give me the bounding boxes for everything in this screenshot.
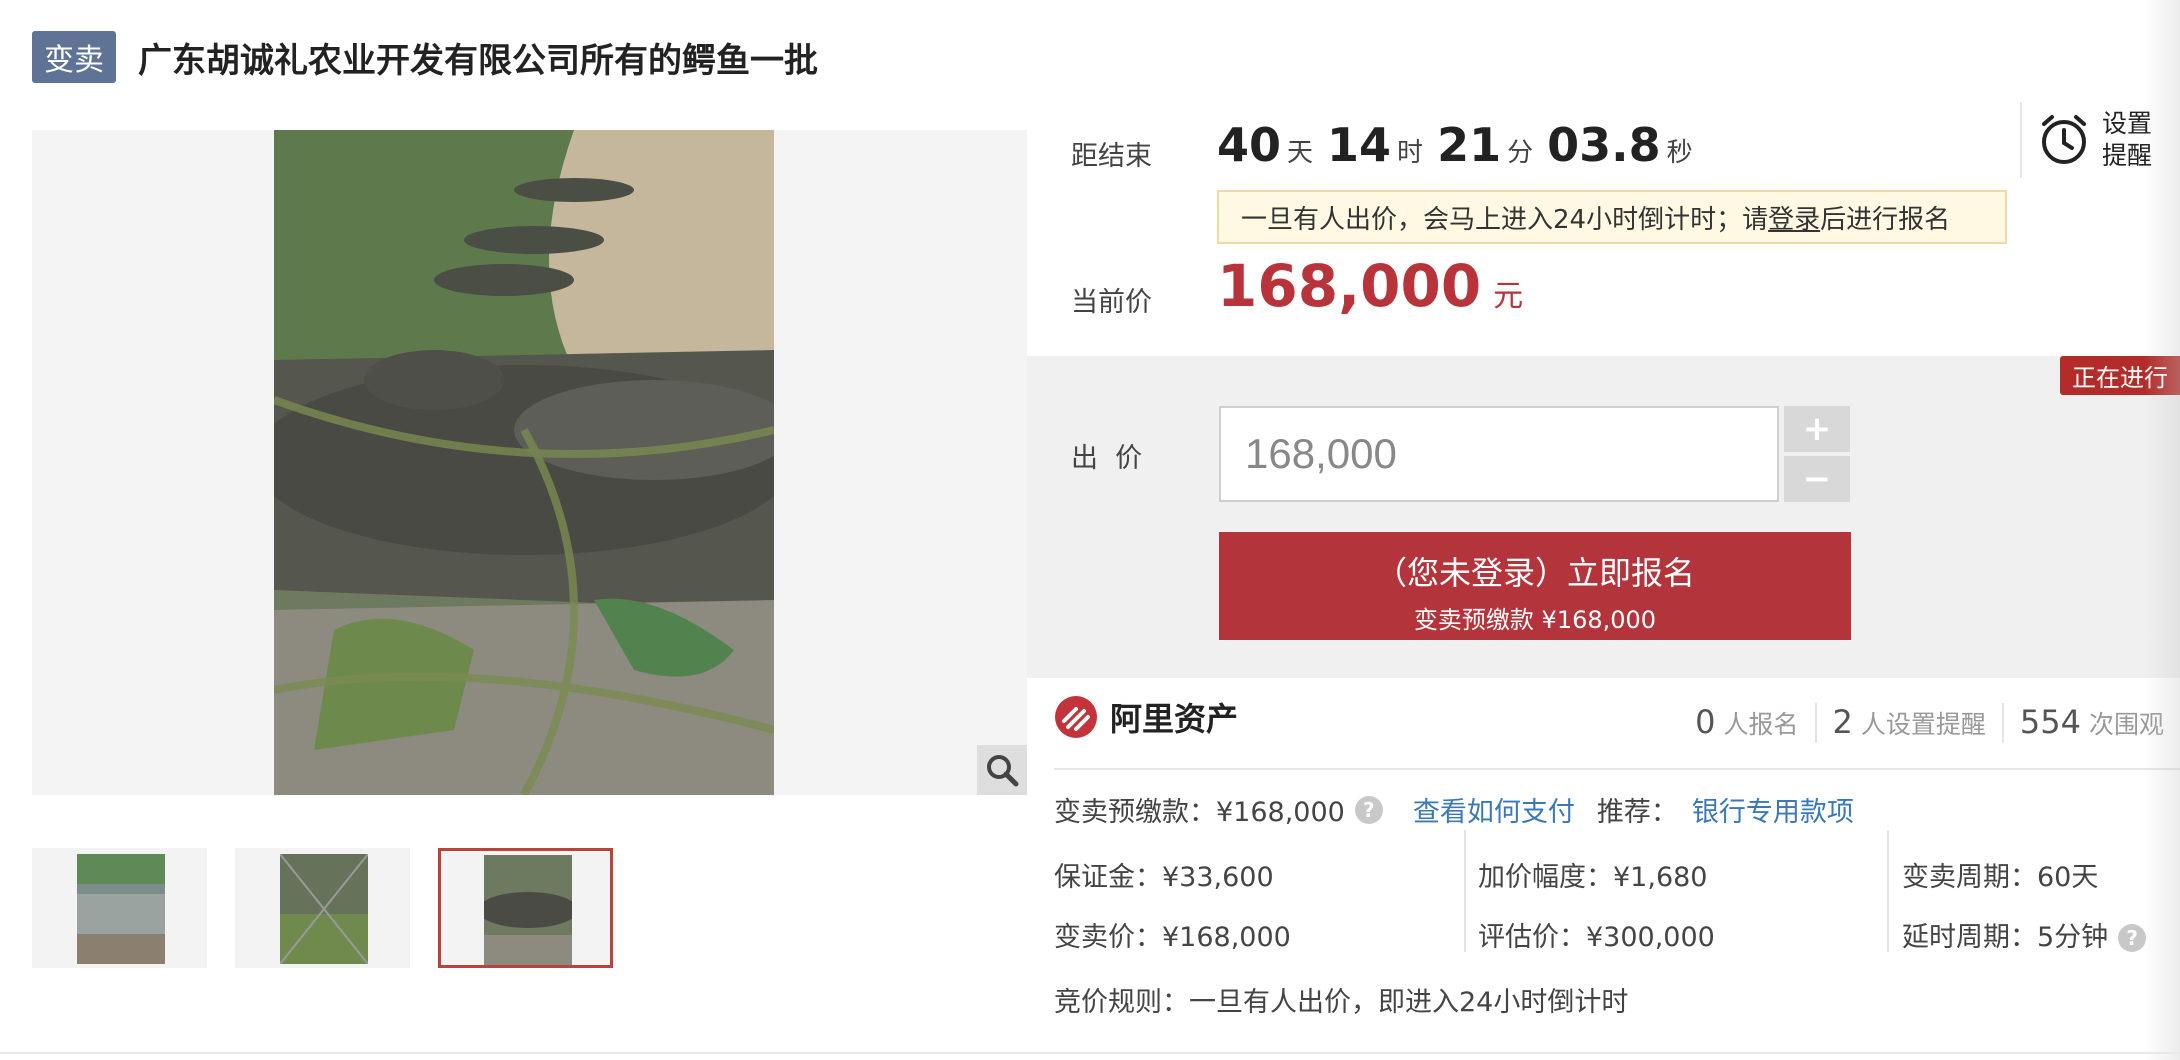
thumbnail-2[interactable] [235,848,410,968]
countdown-timer: 40 天 14 时 21 分 03.8 秒 [1217,118,1707,172]
countdown-section: 距结束 40 天 14 时 21 分 03.8 秒 设置提醒 一旦有人出价，会马… [1027,90,2180,356]
column-divider [1887,830,1889,952]
recommend-label: 推荐： [1596,797,1678,828]
crocodile-photo [274,130,774,795]
signup-button[interactable]: （您未登录）立即报名 变卖预缴款 ¥168,000 [1219,532,1851,640]
bidding-rule: 竞价规则：一旦有人出价，即进入24小时倒计时 [1054,987,1629,1018]
stat-views: 554 次围观 [2001,703,2180,743]
bank-account-link[interactable]: 银行专用款项 [1692,790,1854,829]
extension-period: 延时周期：5分钟 [1902,922,2109,953]
stat-number: 554 [2019,703,2081,741]
guarantee-deposit: 保证金：¥33,600 [1054,862,1274,893]
details-col-1: 保证金：¥33,600 变卖价：¥168,000 [1054,848,1291,970]
set-reminder-label: 设置提醒 [2102,109,2153,170]
page-title: 广东胡诚礼农业开发有限公司所有的鳄鱼一批 [138,40,818,81]
notice-suffix: 后进行报名 [1820,204,1951,235]
countdown-minutes: 21 [1437,118,1502,172]
minutes-unit: 分 [1507,138,1534,168]
bid-increment: 加价幅度：¥1,680 [1478,862,1708,893]
details-col-3: 变卖周期：60天 延时周期：5分钟 ? [1902,848,2147,970]
thumbnail-strip [32,848,641,968]
stat-label: 人设置提醒 [1860,710,1986,739]
stat-reminders: 2 人设置提醒 [1814,703,2002,743]
sale-period: 变卖周期：60天 [1902,862,2099,893]
sale-price: 变卖价：¥168,000 [1054,922,1291,953]
deposit-row: 变卖预缴款：¥168,000 ? 查看如何支付 推荐： 银行专用款项 [1054,790,1854,829]
set-reminder-button[interactable]: 设置提醒 [2020,102,2162,178]
stats-bar: 0 人报名 2 人设置提醒 554 次围观 [1679,698,2180,748]
appraised-value: 评估价：¥300,000 [1478,922,1715,953]
thumbnail-3-selected[interactable] [438,848,613,968]
increase-bid-button[interactable]: + [1784,406,1850,452]
notice-prefix: 一旦有人出价，会马上进入24小时倒计时；请 [1241,204,1769,235]
brand: 阿里资产 [1054,694,1238,740]
deposit-text: 变卖预缴款：¥168,000 [1054,797,1345,828]
brand-name: 阿里资产 [1110,700,1239,738]
stat-signups: 0 人报名 [1679,703,1814,743]
zoom-button[interactable] [977,745,1027,795]
seconds-unit: 秒 [1666,138,1693,168]
column-divider [1464,830,1466,952]
bid-section: 正在进行 出 价 168,000 + − （您未登录）立即报名 变卖预缴款 ¥1… [1027,356,2180,678]
hours-unit: 时 [1397,138,1424,168]
bid-notice: 一旦有人出价，会马上进入24小时倒计时；请 登录 后进行报名 [1217,190,2007,244]
details-col-2: 加价幅度：¥1,680 评估价：¥300,000 [1478,848,1715,970]
signup-deposit-label: 变卖预缴款 ¥168,000 [1413,606,1657,634]
divider [1054,768,2180,770]
ali-asset-logo-icon [1055,696,1097,738]
category-badge: 变卖 [32,31,116,83]
bottom-border [0,1052,2180,1054]
thumbnail-1[interactable] [32,848,207,968]
stat-label: 人报名 [1723,710,1799,739]
decrease-bid-button[interactable]: − [1784,456,1850,502]
signup-button-label: （您未登录）立即报名 [1374,554,1695,592]
auction-panel: 距结束 40 天 14 时 21 分 03.8 秒 设置提醒 一旦有人出价，会马… [1027,90,2180,1050]
page-header: 变卖 广东胡诚礼农业开发有限公司所有的鳄鱼一批 [32,31,818,83]
current-price: 168,000 元 [1217,252,1523,320]
stat-number: 2 [1832,703,1853,741]
zoom-icon [987,755,1019,787]
help-icon[interactable]: ? [2118,924,2147,952]
status-badge: 正在进行 [2060,356,2180,395]
countdown-label: 距结束 [1071,141,1152,172]
stat-label: 次围观 [2088,710,2164,739]
days-unit: 天 [1287,138,1314,168]
stat-number: 0 [1695,703,1716,741]
extension-period-row: 延时周期：5分钟 ? [1902,908,2147,968]
login-link[interactable]: 登录 [1768,199,1820,236]
help-icon[interactable]: ? [1354,795,1383,824]
countdown-hours: 14 [1327,118,1392,172]
alarm-clock-icon [2042,115,2086,164]
bid-stepper: + − [1784,406,1850,502]
main-image-viewer[interactable] [32,130,1027,795]
countdown-seconds: 03.8 [1547,118,1661,172]
bid-label: 出 价 [1071,443,1143,474]
current-price-label: 当前价 [1071,287,1152,318]
how-to-pay-link[interactable]: 查看如何支付 [1413,790,1575,829]
current-price-unit: 元 [1493,279,1524,314]
bid-amount-input[interactable]: 168,000 [1219,406,1779,502]
auction-info-section: 阿里资产 0 人报名 2 人设置提醒 554 次围观 变卖预缴款：¥168,00… [1027,678,2180,1050]
current-price-value: 168,000 [1217,252,1482,320]
countdown-days: 40 [1217,118,1282,172]
